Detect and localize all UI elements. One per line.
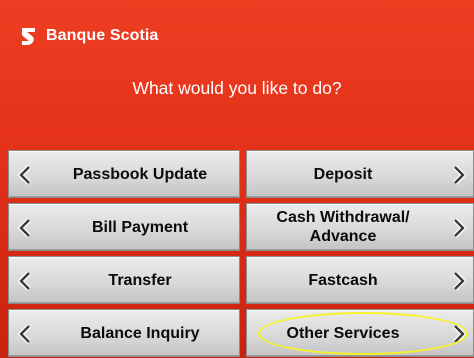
other-services-label: Other Services <box>286 324 400 342</box>
cash-withdrawal-line1: Cash Withdrawal/ <box>276 209 410 226</box>
cash-withdrawal-advance-button[interactable]: Cash Withdrawal/ Advance <box>246 203 474 251</box>
chevron-left-icon <box>17 271 31 291</box>
deposit-label: Deposit <box>313 165 373 183</box>
transfer-label: Transfer <box>108 271 172 289</box>
passbook-update-label: Passbook Update <box>72 165 208 183</box>
chevron-right-icon <box>453 324 467 344</box>
brand-name: Banque Scotia <box>46 27 159 44</box>
cash-withdrawal-line2: Advance <box>309 228 377 245</box>
scotiabank-logo-icon <box>21 28 35 45</box>
chevron-left-icon <box>17 165 31 185</box>
chevron-left-icon <box>17 218 31 238</box>
fastcash-label: Fastcash <box>308 271 378 289</box>
passbook-update-button[interactable]: Passbook Update <box>8 150 240 198</box>
bill-payment-button[interactable]: Bill Payment <box>8 203 240 251</box>
chevron-right-icon <box>453 271 467 291</box>
balance-inquiry-label: Balance Inquiry <box>80 324 200 342</box>
balance-inquiry-button[interactable]: Balance Inquiry <box>8 309 240 357</box>
bill-payment-label: Bill Payment <box>91 218 189 236</box>
deposit-button[interactable]: Deposit <box>246 150 474 198</box>
chevron-right-icon <box>453 218 467 238</box>
atm-screen: Banque Scotia What would you like to do?… <box>0 0 474 358</box>
option-grid: Passbook Update Deposit Bill Payment Cas… <box>0 146 474 358</box>
prompt-title: What would you like to do? <box>132 78 342 98</box>
transfer-button[interactable]: Transfer <box>8 256 240 304</box>
chevron-right-icon <box>453 165 467 185</box>
brand-header: Banque Scotia <box>19 25 158 47</box>
other-services-button[interactable]: Other Services <box>246 309 474 357</box>
fastcash-button[interactable]: Fastcash <box>246 256 474 304</box>
cash-withdrawal-advance-label: Cash Withdrawal/ Advance <box>276 208 443 246</box>
chevron-left-icon <box>17 324 31 344</box>
